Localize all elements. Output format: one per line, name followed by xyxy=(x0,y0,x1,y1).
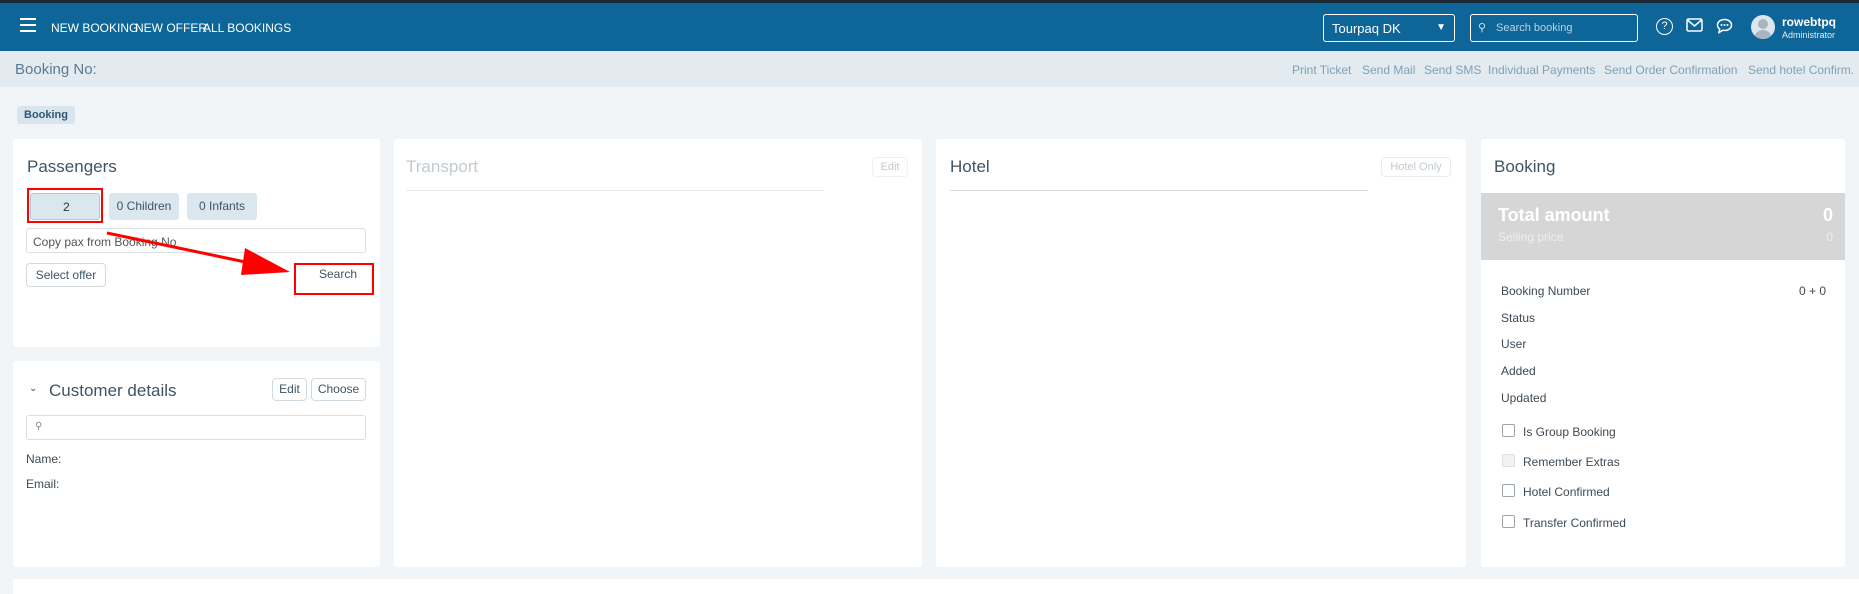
highlight-search-box xyxy=(294,263,374,295)
individual-payments-link[interactable]: Individual Payments xyxy=(1488,63,1595,77)
transport-panel xyxy=(394,139,922,567)
company-select-value: Tourpaq DK xyxy=(1332,21,1401,36)
hotel-divider xyxy=(950,190,1368,191)
bottom-panel-edge xyxy=(13,579,1859,594)
passengers-title: Passengers xyxy=(27,157,117,176)
mail-icon[interactable] xyxy=(1686,18,1703,35)
send-hotel-confirm-link[interactable]: Send hotel Confirm. xyxy=(1748,63,1854,77)
page-title: Booking No: xyxy=(15,61,97,78)
transport-title: Transport xyxy=(406,157,479,176)
search-icon: ⚲ xyxy=(35,421,43,432)
remember-extras-label: Remember Extras xyxy=(1523,455,1620,469)
customer-details-title: Customer details xyxy=(49,381,177,400)
user-name[interactable]: rowebtpq xyxy=(1782,15,1836,29)
send-order-confirmation-link[interactable]: Send Order Confirmation xyxy=(1604,63,1737,77)
chevron-down-icon: ▼ xyxy=(1436,22,1446,33)
selling-price-label: Selling price xyxy=(1498,230,1564,244)
company-select[interactable]: Tourpaq DK ▼ xyxy=(1323,14,1455,42)
search-icon: ⚲ xyxy=(1478,22,1487,34)
nav-new-offer[interactable]: NEW OFFER xyxy=(135,21,207,35)
total-amount-label: Total amount xyxy=(1498,205,1610,225)
send-sms-link[interactable]: Send SMS xyxy=(1424,63,1481,77)
transfer-confirmed-label: Transfer Confirmed xyxy=(1523,516,1626,530)
group-booking-label: Is Group Booking xyxy=(1523,425,1616,439)
customer-edit-button[interactable]: Edit xyxy=(272,378,307,401)
status-label: Status xyxy=(1501,311,1536,325)
user-avatar[interactable] xyxy=(1751,15,1775,39)
customer-choose-button[interactable]: Choose xyxy=(311,378,366,401)
send-mail-link[interactable]: Send Mail xyxy=(1362,63,1415,77)
updated-label: Updated xyxy=(1501,391,1547,405)
customer-email-label: Email: xyxy=(26,477,60,491)
transport-divider xyxy=(406,190,824,191)
print-ticket-link[interactable]: Print Ticket xyxy=(1292,63,1351,77)
nav-all-bookings[interactable]: ALL BOOKINGS xyxy=(203,21,291,35)
customer-name-label: Name: xyxy=(26,452,62,466)
help-icon[interactable]: ? xyxy=(1656,18,1673,35)
hotel-confirmed-label: Hotel Confirmed xyxy=(1523,485,1610,499)
children-button[interactable]: 0 Children xyxy=(109,193,179,220)
booking-number-value: 0 + 0 xyxy=(1798,284,1826,298)
search-booking-input[interactable]: ⚲ Search booking xyxy=(1470,14,1638,42)
infants-button[interactable]: 0 Infants xyxy=(187,193,257,220)
transfer-confirmed-checkbox[interactable] xyxy=(1502,515,1515,528)
added-label: Added xyxy=(1501,364,1536,378)
tab-booking[interactable]: Booking xyxy=(17,106,75,124)
transport-edit-button[interactable]: Edit xyxy=(872,157,908,177)
booking-title: Booking xyxy=(1494,157,1556,176)
hotel-panel xyxy=(936,139,1466,567)
total-amount-value: 0 xyxy=(1822,205,1833,225)
user-role: Administrator xyxy=(1782,30,1836,40)
hotel-only-button[interactable]: Hotel Only xyxy=(1381,157,1451,177)
red-arrow-annotation xyxy=(106,231,290,275)
hotel-confirmed-checkbox[interactable] xyxy=(1502,484,1515,497)
collapse-chevron-icon[interactable]: ⌄ xyxy=(29,383,37,394)
booking-subheader: Booking No: Print Ticket Send Mail Send … xyxy=(0,51,1859,87)
search-placeholder: Search booking xyxy=(1496,22,1573,34)
chat-icon[interactable] xyxy=(1716,18,1733,35)
hotel-title: Hotel xyxy=(950,157,990,176)
nav-new-booking[interactable]: NEW BOOKING xyxy=(51,21,138,35)
booking-number-label: Booking Number xyxy=(1501,284,1591,298)
top-navbar: NEW BOOKING NEW OFFER ALL BOOKINGS Tourp… xyxy=(0,3,1859,51)
remember-extras-checkbox[interactable] xyxy=(1502,454,1515,467)
customer-search-input[interactable]: ⚲ xyxy=(26,415,366,440)
total-amount-box: Total amount 0 Selling price 0 xyxy=(1481,193,1845,260)
select-offer-button[interactable]: Select offer xyxy=(26,263,106,287)
group-booking-checkbox[interactable] xyxy=(1502,424,1515,437)
hamburger-menu-icon[interactable] xyxy=(20,18,36,32)
user-label: User xyxy=(1501,337,1527,351)
selling-price-value: 0 xyxy=(1826,230,1833,244)
highlight-adults-box xyxy=(27,188,103,223)
